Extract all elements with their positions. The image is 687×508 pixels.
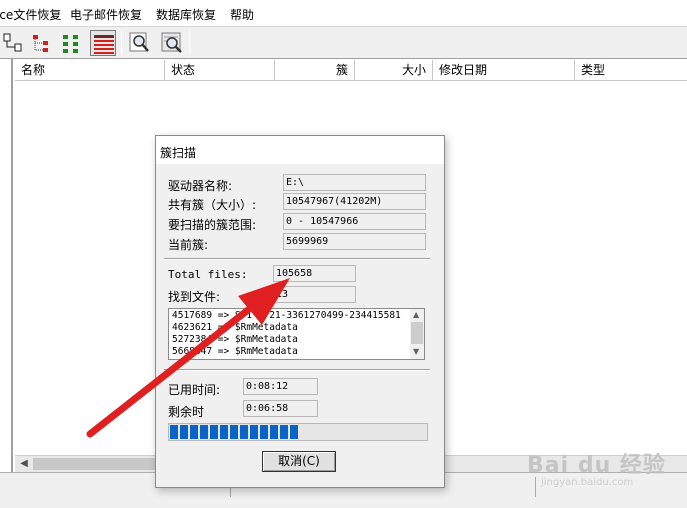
baidu-jingyan-watermark: Bai du 经验 jingyan.baidu.com [527,447,666,488]
watermark-url: jingyan.baidu.com [541,477,634,488]
watermark-logo: Bai du 经验 [527,453,666,478]
annotation-arrow [86,278,290,438]
